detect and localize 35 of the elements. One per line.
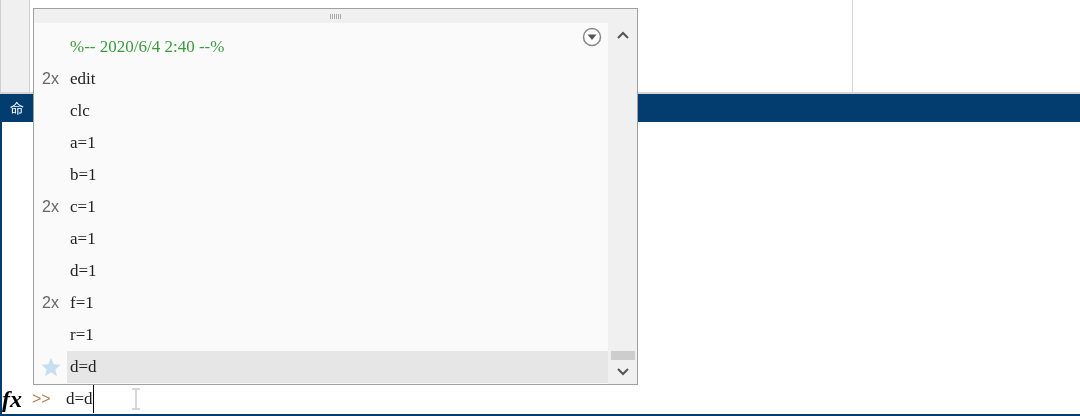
command-text: d=d [70, 356, 97, 379]
history-entry[interactable]: %-- 2020/6/4 2:40 --% [34, 31, 608, 63]
history-entry[interactable]: 2x f=1 [34, 287, 608, 319]
history-entry[interactable]: 2x edit [34, 63, 608, 95]
history-entry[interactable]: a=1 [34, 127, 608, 159]
function-browser-icon[interactable]: fx [2, 387, 32, 411]
repeat-count: 2x [42, 69, 59, 89]
command-text: r=1 [70, 324, 94, 347]
star-icon [39, 356, 62, 378]
history-entry[interactable]: d=1 [34, 255, 608, 287]
grip-icon[interactable] [330, 13, 341, 19]
text-cursor-icon [131, 388, 140, 410]
command-text: d=1 [70, 260, 97, 283]
repeat-count: 2x [42, 197, 59, 217]
command-prompt: >> [32, 389, 52, 409]
scroll-up-icon[interactable] [616, 31, 629, 39]
history-entry[interactable]: a=1 [34, 223, 608, 255]
options-icon[interactable] [582, 27, 602, 47]
history-entry[interactable]: 2x c=1 [34, 191, 608, 223]
history-entry[interactable]: b=1 [34, 159, 608, 191]
scrollbar-thumb[interactable] [610, 351, 635, 360]
history-entry[interactable]: r=1 [34, 319, 608, 351]
command-text: c=1 [70, 196, 96, 219]
command-text: a=1 [70, 132, 96, 155]
command-text: edit [70, 68, 96, 91]
repeat-count: 2x [42, 293, 59, 313]
command-text: clc [70, 100, 90, 123]
command-text: b=1 [70, 164, 97, 187]
command-window-title: 命 [10, 98, 24, 118]
command-text: a=1 [70, 228, 96, 251]
command-text: f=1 [70, 292, 94, 315]
scroll-down-icon[interactable] [616, 368, 629, 376]
session-timestamp: %-- 2020/6/4 2:40 --% [70, 36, 225, 59]
command-input[interactable]: d=d [66, 385, 94, 413]
history-entry[interactable]: clc [34, 95, 608, 127]
